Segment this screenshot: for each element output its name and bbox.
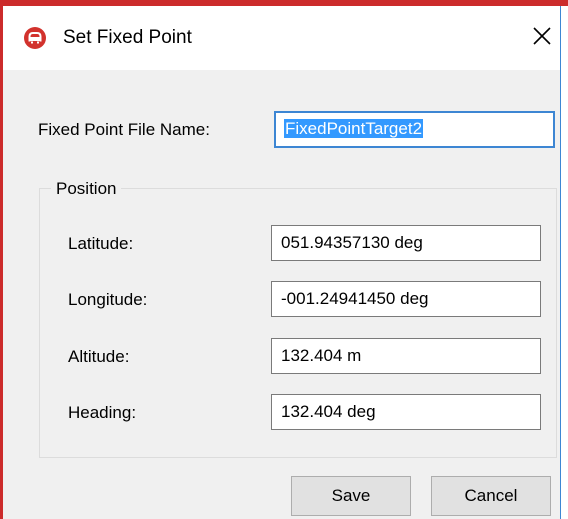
heading-label: Heading: xyxy=(68,403,137,422)
file-name-input[interactable]: FixedPointTarget2 xyxy=(274,111,555,148)
heading-field[interactable]: 132.404 deg xyxy=(271,394,541,430)
file-name-value: FixedPointTarget2 xyxy=(284,119,424,138)
latitude-label: Latitude: xyxy=(68,234,134,253)
cancel-button[interactable]: Cancel xyxy=(431,476,551,516)
altitude-field[interactable]: 132.404 m xyxy=(271,338,541,374)
file-name-label: Fixed Point File Name: xyxy=(38,120,210,139)
title-bar: Set Fixed Point xyxy=(3,6,560,70)
window-right-border xyxy=(560,6,568,519)
altitude-label: Altitude: xyxy=(68,347,130,366)
longitude-field[interactable]: -001.24941450 deg xyxy=(271,281,541,317)
car-logo-icon xyxy=(23,26,47,50)
longitude-label: Longitude: xyxy=(68,290,148,309)
set-fixed-point-dialog: Set Fixed Point Fixed Point File Name: F… xyxy=(3,6,560,519)
latitude-field[interactable]: 051.94357130 deg xyxy=(271,225,541,261)
window-title: Set Fixed Point xyxy=(63,27,192,48)
close-icon xyxy=(533,26,551,50)
save-button[interactable]: Save xyxy=(291,476,411,516)
position-group-label: Position xyxy=(51,179,122,199)
close-button[interactable] xyxy=(524,20,560,56)
